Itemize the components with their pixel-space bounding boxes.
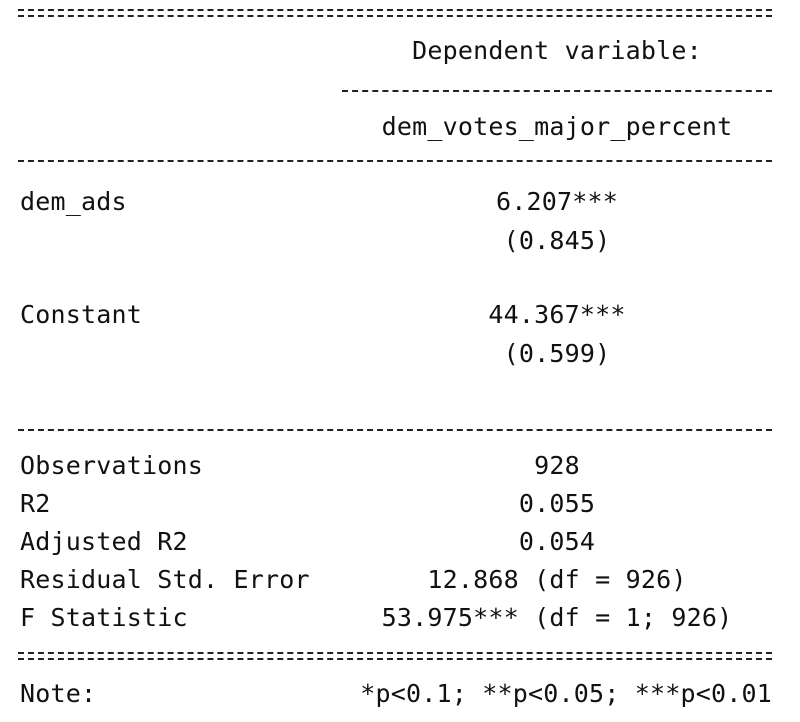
dependent-variable-label: Dependent variable:: [412, 36, 702, 65]
stats-top-rule: [18, 429, 772, 431]
stat-value: 12.868 (df = 926): [427, 565, 687, 594]
top-double-rule: [18, 9, 772, 17]
dependent-variable-name: dem_votes_major_percent: [381, 112, 733, 141]
header-bottom-rule: [18, 160, 772, 162]
coef-name: Constant: [20, 300, 143, 329]
stat-value: 0.054: [518, 527, 596, 556]
coef-estimate: 6.207***: [495, 187, 618, 216]
bottom-double-rule: [18, 652, 772, 660]
stat-value: 53.975*** (df = 1; 926): [381, 603, 733, 632]
stat-name: Residual Std. Error: [20, 565, 310, 594]
coef-standard-error: (0.845): [503, 226, 611, 255]
coef-estimate: 44.367***: [488, 300, 626, 329]
coef-name: dem_ads: [20, 187, 127, 216]
coef-standard-error: (0.599): [503, 339, 611, 368]
stat-value: 0.055: [518, 489, 596, 518]
regression-table: Dependent variable: dem_votes_major_perc…: [0, 0, 800, 722]
stat-name: Observations: [20, 451, 204, 480]
header-subrule: [342, 90, 772, 92]
note-label: Note:: [20, 679, 97, 708]
stat-name: R2: [20, 489, 51, 518]
stat-value: 928: [534, 451, 580, 480]
note-text: *p<0.1; **p<0.05; ***p<0.01: [360, 679, 772, 708]
stat-name: F Statistic: [20, 603, 188, 632]
stat-name: Adjusted R2: [20, 527, 188, 556]
